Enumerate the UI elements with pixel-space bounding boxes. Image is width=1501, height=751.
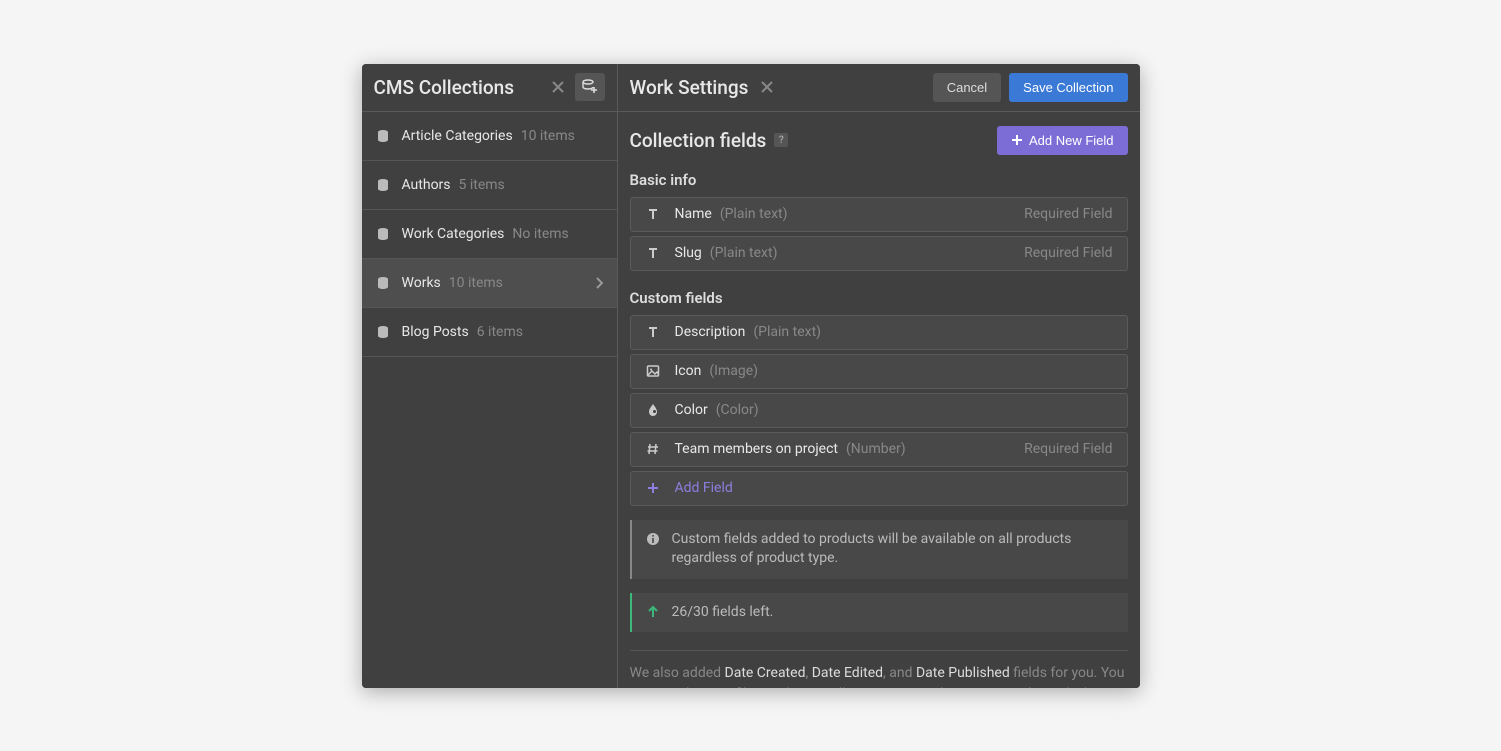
database-icon: [376, 129, 390, 143]
field-name: Color: [675, 402, 708, 418]
collection-item-works[interactable]: Works 10 items: [362, 259, 617, 308]
hash-icon: [645, 442, 661, 456]
add-field-label: Add Field: [675, 480, 733, 496]
field-type: (Plain text): [720, 206, 788, 222]
collection-name: Work Categories: [402, 226, 505, 242]
fields-left-box: 26/30 fields left.: [630, 593, 1128, 633]
database-icon: [376, 325, 390, 339]
add-collection-button[interactable]: [575, 73, 605, 101]
text-icon: [645, 207, 661, 221]
field-type: (Plain text): [753, 324, 821, 340]
add-field-row[interactable]: Add Field: [630, 471, 1128, 506]
plus-icon: [1011, 134, 1023, 146]
field-type: (Number): [846, 441, 906, 457]
sidebar-title: CMS Collections: [374, 76, 543, 99]
section-header: Collection fields ? Add New Field: [630, 126, 1128, 155]
collection-count: 10 items: [449, 275, 503, 291]
collection-item-blog-posts[interactable]: Blog Posts 6 items: [362, 308, 617, 357]
basic-info-label: Basic info: [630, 171, 1128, 189]
color-icon: [645, 403, 661, 417]
collection-count: 5 items: [459, 177, 505, 193]
field-row-color[interactable]: Color (Color): [630, 393, 1128, 428]
collection-count: No items: [512, 226, 568, 242]
section-title-text: Collection fields: [630, 129, 767, 152]
info-text: Custom fields added to products will be …: [672, 530, 1114, 569]
field-name: Team members on project: [675, 441, 839, 457]
info-icon: [646, 532, 660, 569]
text-icon: [645, 246, 661, 260]
collection-item-authors[interactable]: Authors 5 items: [362, 161, 617, 210]
divider: [630, 650, 1128, 651]
save-collection-button[interactable]: Save Collection: [1009, 73, 1127, 102]
text-icon: [645, 325, 661, 339]
collection-name: Article Categories: [402, 128, 513, 144]
footer-date-edited: Date Edited: [812, 665, 883, 681]
field-type: (Image): [709, 363, 758, 379]
info-box: Custom fields added to products will be …: [630, 520, 1128, 579]
main-body: Collection fields ? Add New Field Basic …: [618, 112, 1140, 688]
sidebar-header: CMS Collections: [362, 64, 617, 112]
field-required: Required Field: [1024, 206, 1112, 222]
field-name: Name: [675, 206, 712, 222]
cancel-button[interactable]: Cancel: [933, 73, 1001, 102]
collection-name: Blog Posts: [402, 324, 469, 340]
collection-item-article-categories[interactable]: Article Categories 10 items: [362, 112, 617, 161]
add-new-field-button[interactable]: Add New Field: [997, 126, 1128, 155]
close-main-icon[interactable]: [758, 78, 776, 96]
field-type: (Color): [716, 402, 759, 418]
cms-modal: CMS Collections Article Categories 10 it…: [362, 64, 1140, 688]
field-row-name[interactable]: Name (Plain text) Required Field: [630, 197, 1128, 232]
field-row-description[interactable]: Description (Plain text): [630, 315, 1128, 350]
collection-count: 10 items: [521, 128, 575, 144]
help-icon[interactable]: ?: [774, 133, 788, 147]
main-header: Work Settings Cancel Save Collection: [618, 64, 1140, 112]
close-sidebar-icon[interactable]: [549, 78, 567, 96]
footer-date-published: Date Published: [916, 665, 1010, 681]
field-row-icon[interactable]: Icon (Image): [630, 354, 1128, 389]
collection-name: Works: [402, 275, 441, 291]
field-type: (Plain text): [710, 245, 778, 261]
collection-list: Article Categories 10 items Authors 5 it…: [362, 112, 617, 688]
fields-left-text: 26/30 fields left.: [672, 603, 774, 623]
field-required: Required Field: [1024, 441, 1112, 457]
plus-icon: [645, 482, 661, 494]
database-icon: [376, 178, 390, 192]
field-required: Required Field: [1024, 245, 1112, 261]
collection-item-work-categories[interactable]: Work Categories No items: [362, 210, 617, 259]
field-row-slug[interactable]: Slug (Plain text) Required Field: [630, 236, 1128, 271]
collection-count: 6 items: [477, 324, 523, 340]
arrow-up-icon: [646, 605, 660, 623]
field-row-team-members[interactable]: Team members on project (Number) Require…: [630, 432, 1128, 467]
field-name: Icon: [675, 363, 702, 379]
main-panel: Work Settings Cancel Save Collection Col…: [618, 64, 1140, 688]
image-icon: [645, 364, 661, 378]
sidebar: CMS Collections Article Categories 10 it…: [362, 64, 618, 688]
section-title: Collection fields ?: [630, 129, 789, 152]
main-title: Work Settings: [630, 76, 749, 99]
footer-date-created: Date Created: [725, 665, 806, 681]
field-name: Slug: [675, 245, 702, 261]
footer-text: We also added Date Created, Date Edited,…: [630, 663, 1128, 687]
footer-sep2: , and: [883, 665, 916, 681]
footer-prefix: We also added: [630, 665, 725, 681]
field-name: Description: [675, 324, 746, 340]
chevron-right-icon: [595, 277, 603, 289]
database-icon: [376, 276, 390, 290]
database-icon: [376, 227, 390, 241]
collection-name: Authors: [402, 177, 451, 193]
custom-fields-label: Custom fields: [630, 289, 1128, 307]
add-new-field-label: Add New Field: [1029, 133, 1114, 148]
